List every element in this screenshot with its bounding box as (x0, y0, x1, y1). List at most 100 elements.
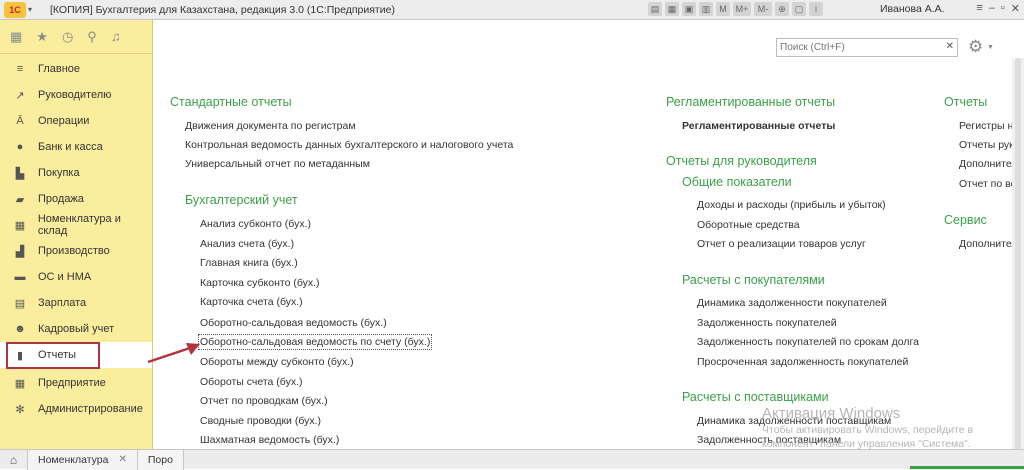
window-title: [КОПИЯ] Бухгалтерия для Казахстана, реда… (50, 3, 395, 16)
sidebar-item-management[interactable]: ↗ Руководителю (0, 82, 152, 108)
sidebar-item-label: Производство (38, 245, 110, 257)
star-icon[interactable]: ★ (36, 29, 48, 45)
watermark-title: Активация Windows (762, 405, 901, 422)
sidebar-item-label: Главное (38, 63, 81, 75)
report-link[interactable]: Контрольная ведомость данных бухгалтерск… (185, 139, 513, 151)
sidebar-item-label: Операции (38, 115, 90, 127)
report-link[interactable]: Анализ счета (бух.) (200, 238, 294, 250)
memory-plus-button[interactable]: M+ (733, 2, 751, 16)
tab-nomenclature[interactable]: Номенклатура ✕ (28, 449, 138, 470)
tab-partial[interactable]: Поро (137, 449, 184, 470)
close-icon[interactable]: ✕ (118, 454, 126, 465)
report-link[interactable]: Отчет по проводкам (бух.) (200, 395, 328, 407)
sidebar-item-label: Продажа (38, 193, 84, 205)
sidebar-item-assets[interactable]: ▬ ОС и НМА (0, 264, 152, 290)
sidebar-item-administration[interactable]: ✻ Администрирование (0, 396, 152, 422)
current-user[interactable]: Иванова А.А. (880, 3, 945, 15)
report-link[interactable]: Отчет по во (959, 178, 1016, 190)
sidebar-item-production[interactable]: ▟ Производство (0, 238, 152, 264)
section-general-indicators: Общие показатели (682, 175, 792, 189)
vertical-scrollbar[interactable] (1012, 58, 1024, 450)
report-link[interactable]: Задолженность покупателей по срокам долг… (697, 336, 919, 348)
menu-icon[interactable]: ≡ (976, 2, 982, 15)
report-link[interactable]: Задолженность покупателей (697, 317, 837, 329)
close-icon[interactable]: ✕ (1011, 2, 1020, 15)
report-link[interactable]: Отчеты руко (959, 139, 1020, 151)
app-logo[interactable]: 1С (4, 1, 26, 18)
personnel-icon: ☻ (14, 323, 26, 335)
report-link[interactable]: Обороты счета (бух.) (200, 376, 302, 388)
sidebar-item-purchase[interactable]: ▙ Покупка (0, 160, 152, 186)
reports-panel: ✕ ⚙ ▼ Стандартные отчеты Движения докуме… (154, 20, 1024, 449)
bell-icon[interactable]: ♫ (111, 29, 121, 44)
chevron-down-icon[interactable]: ▾ (28, 5, 38, 14)
report-link[interactable]: Регистры на (959, 120, 1019, 132)
apps-grid-icon[interactable]: ▦ (10, 29, 22, 45)
home-icon[interactable]: ⌂ (0, 449, 28, 470)
minimize-icon[interactable]: – (989, 2, 995, 15)
lock-icon[interactable]: ▢ (792, 2, 806, 16)
salary-icon: ▤ (14, 297, 26, 310)
section-service: Сервис (944, 213, 987, 227)
coin-icon: ● (16, 141, 24, 153)
sidebar-toolbar: ▦ ★ ◷ ⚲ ♫ (0, 20, 152, 54)
sidebar-item-salary[interactable]: ▤ Зарплата (0, 290, 152, 316)
report-link[interactable]: Карточка субконто (бух.) (200, 277, 320, 289)
titlebar-toolbar: ▤ ▦ ▣ ▥ M M+ M- ⊕ ▢ i (648, 2, 823, 16)
save-icon[interactable]: ▤ (648, 2, 662, 16)
calendar-icon[interactable]: ▣ (682, 2, 696, 16)
cart-icon: ▙ (15, 167, 25, 180)
tab-label: Номенклатура (38, 453, 109, 466)
memory-button[interactable]: M (716, 2, 730, 16)
highlight-frame (6, 342, 100, 369)
chevron-down-icon[interactable]: ▼ (987, 44, 994, 51)
info-icon[interactable]: i (809, 2, 823, 16)
open-windows-bar: ⌂ Номенклатура ✕ Поро (0, 449, 1024, 470)
print-icon[interactable]: ▦ (665, 2, 679, 16)
report-link[interactable]: Анализ субконто (бух.) (200, 218, 311, 230)
report-link[interactable]: Универсальный отчет по метаданным (185, 158, 370, 170)
calculator-icon[interactable]: ▥ (699, 2, 713, 16)
zoom-icon[interactable]: ⊕ (775, 2, 789, 16)
sidebar-item-warehouse[interactable]: ▦ Номенклатура и склад (0, 212, 152, 238)
report-link[interactable]: Оборотно-сальдовая ведомость (бух.) (200, 317, 387, 329)
sidebar-item-personnel[interactable]: ☻ Кадровый учет (0, 316, 152, 342)
settings-gear-icon[interactable]: ⚙ (968, 37, 983, 57)
history-icon[interactable]: ◷ (62, 29, 73, 45)
report-link[interactable]: Шахматная ведомость (бух.) (200, 434, 339, 446)
report-link[interactable]: Дополнител (959, 238, 1017, 250)
search-input[interactable] (777, 39, 937, 56)
sidebar-item-bank[interactable]: ● Банк и касса (0, 134, 152, 160)
report-link[interactable]: Просроченная задолженность покупателей (697, 356, 908, 368)
report-link-selected[interactable]: Оборотно-сальдовая ведомость по счету (б… (197, 334, 433, 350)
report-link[interactable]: Дополнител (959, 158, 1017, 170)
tab-label: Поро (147, 453, 173, 466)
section-reports: Отчеты (944, 95, 988, 109)
report-link[interactable]: Регламентированные отчеты (682, 120, 835, 132)
sidebar-item-label: Номенклатура и склад (37, 213, 121, 237)
clear-icon[interactable]: ✕ (946, 41, 954, 52)
sidebar-item-sales[interactable]: ▰ Продажа (0, 186, 152, 212)
sidebar-item-label: Покупка (38, 167, 80, 179)
sidebar-item-operations[interactable]: Ā Операции (0, 108, 152, 134)
report-link[interactable]: Доходы и расходы (прибыль и убыток) (697, 199, 886, 211)
scroll-thumb[interactable] (1015, 58, 1021, 450)
assets-icon: ▬ (14, 271, 26, 283)
annotation-arrow-icon (147, 343, 200, 364)
report-link[interactable]: Движения документа по регистрам (185, 120, 356, 132)
sidebar-item-label: Предприятие (38, 377, 106, 389)
report-link[interactable]: Отчет о реализации товаров услуг (697, 238, 866, 250)
report-link[interactable]: Главная книга (бух.) (200, 257, 298, 269)
maximize-icon[interactable]: ▫ (1001, 2, 1005, 15)
report-link[interactable]: Карточка счета (бух.) (200, 296, 303, 308)
window-titlebar: 1С ▾ [КОПИЯ] Бухгалтерия для Казахстана,… (0, 0, 1024, 20)
sidebar-item-main[interactable]: ≡ Главное (0, 56, 152, 82)
report-link[interactable]: Динамика задолженности покупателей (697, 297, 887, 309)
report-link[interactable]: Оборотные средства (697, 219, 800, 231)
memory-minus-button[interactable]: M- (754, 2, 772, 16)
sidebar-item-enterprise[interactable]: ▦ Предприятие (0, 370, 152, 396)
report-link[interactable]: Обороты между субконто (бух.) (200, 356, 354, 368)
search-icon[interactable]: ⚲ (87, 29, 97, 45)
enterprise-icon: ▦ (14, 377, 26, 390)
report-link[interactable]: Сводные проводки (бух.) (200, 415, 321, 427)
